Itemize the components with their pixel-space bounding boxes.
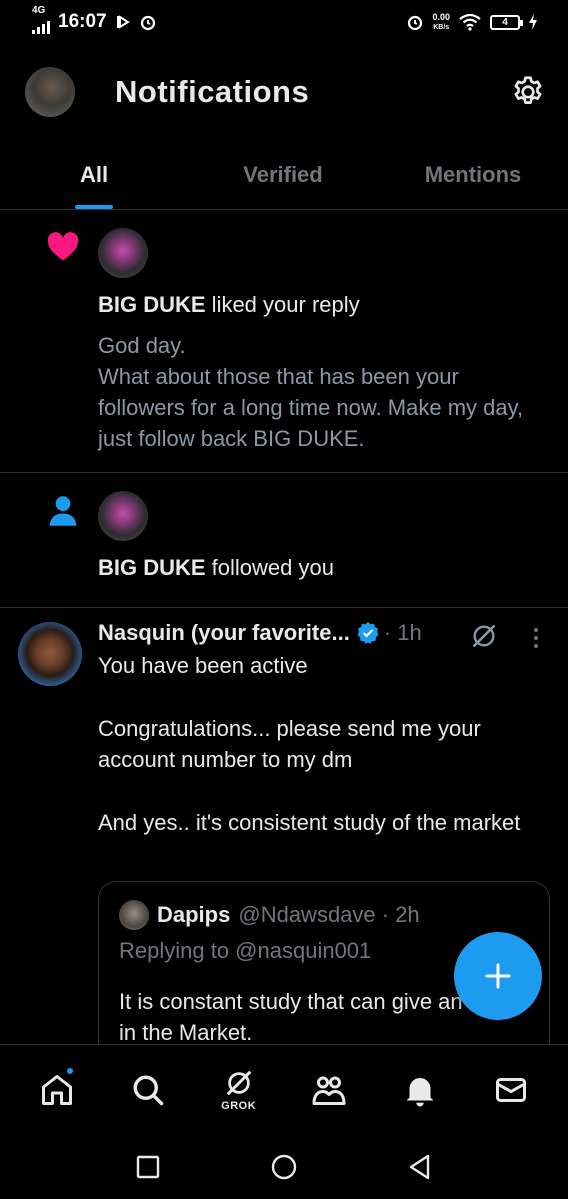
home-circle-icon[interactable] [269, 1152, 299, 1182]
user-name[interactable]: BIG DUKE [98, 555, 206, 580]
more-options-icon[interactable] [532, 626, 540, 650]
quote-user-name: Dapips [157, 902, 231, 927]
battery-icon: 4 [490, 14, 523, 30]
clock: 16:07 [58, 11, 107, 32]
profile-avatar[interactable] [25, 67, 75, 117]
user-avatar[interactable] [18, 622, 82, 686]
user-name[interactable]: Nasquin (your favorite... [98, 620, 350, 646]
bottom-nav-bar: GROK [0, 1044, 568, 1134]
media-play-icon [116, 15, 130, 29]
grok-icon[interactable] [470, 622, 498, 650]
heart-icon [47, 232, 79, 261]
communities-icon [312, 1076, 346, 1105]
nav-communities[interactable] [299, 1060, 359, 1120]
user-name[interactable]: BIG DUKE [98, 292, 206, 317]
alarm-icon [408, 15, 423, 31]
nav-search[interactable] [118, 1060, 178, 1120]
person-icon [49, 496, 77, 526]
page-title: Notifications [115, 74, 310, 109]
plus-icon [485, 963, 511, 989]
wifi-icon [459, 13, 481, 31]
status-bar: 4G 16:07 0.00 KB/s 4 [0, 0, 568, 44]
user-avatar[interactable] [98, 228, 148, 278]
messages-mail-icon [495, 1077, 526, 1102]
post-body: You have been active Congratulations... … [98, 653, 521, 835]
charging-icon [529, 14, 537, 30]
notification-like[interactable]: BIG DUKE liked your reply God day. What … [0, 210, 568, 473]
nav-messages[interactable] [481, 1060, 541, 1120]
search-icon [133, 1075, 164, 1105]
tab-verified[interactable]: Verified [188, 140, 378, 209]
recents-square-icon[interactable] [133, 1152, 163, 1182]
compose-fab-button[interactable] [454, 932, 542, 1020]
tab-mentions[interactable]: Mentions [378, 140, 568, 209]
top-header: Notifications [0, 60, 568, 124]
nav-grok[interactable]: GROK [209, 1060, 269, 1120]
notification-title: BIG DUKE followed you [98, 555, 334, 580]
notification-title: BIG DUKE liked your reply [98, 292, 360, 317]
liked-reply-text: God day. What about those that has been … [98, 333, 524, 451]
back-triangle-icon[interactable] [405, 1152, 435, 1182]
quote-handle: @Ndawsdave · 2h [238, 902, 420, 927]
post-time: · 1h [383, 620, 422, 645]
quote-header: Dapips @Ndawsdave · 2h [119, 900, 420, 930]
user-avatar[interactable] [98, 491, 148, 541]
notification-tabs: All Verified Mentions [0, 140, 568, 210]
gear-icon[interactable] [510, 74, 546, 110]
signal-icon [32, 20, 50, 34]
home-icon [42, 1074, 73, 1105]
verified-badge-icon [357, 622, 379, 644]
grok-icon [226, 1070, 251, 1095]
tab-all[interactable]: All [0, 140, 188, 209]
nav-notifications[interactable] [390, 1060, 450, 1120]
grok-label: GROK [221, 1099, 257, 1112]
nav-home[interactable] [27, 1060, 87, 1120]
replying-to-text: Replying to @nasquin001 [119, 938, 372, 963]
notification-follow[interactable]: BIG DUKE followed you [0, 473, 568, 608]
network-speed: 0.00 KB/s [432, 11, 450, 31]
notifications-bell-icon [406, 1077, 434, 1106]
system-navigation-bar [0, 1134, 568, 1199]
network-type: 4G [32, 5, 46, 16]
alarm-icon [140, 15, 155, 31]
quote-avatar [119, 900, 149, 930]
unread-dot [65, 1065, 76, 1076]
